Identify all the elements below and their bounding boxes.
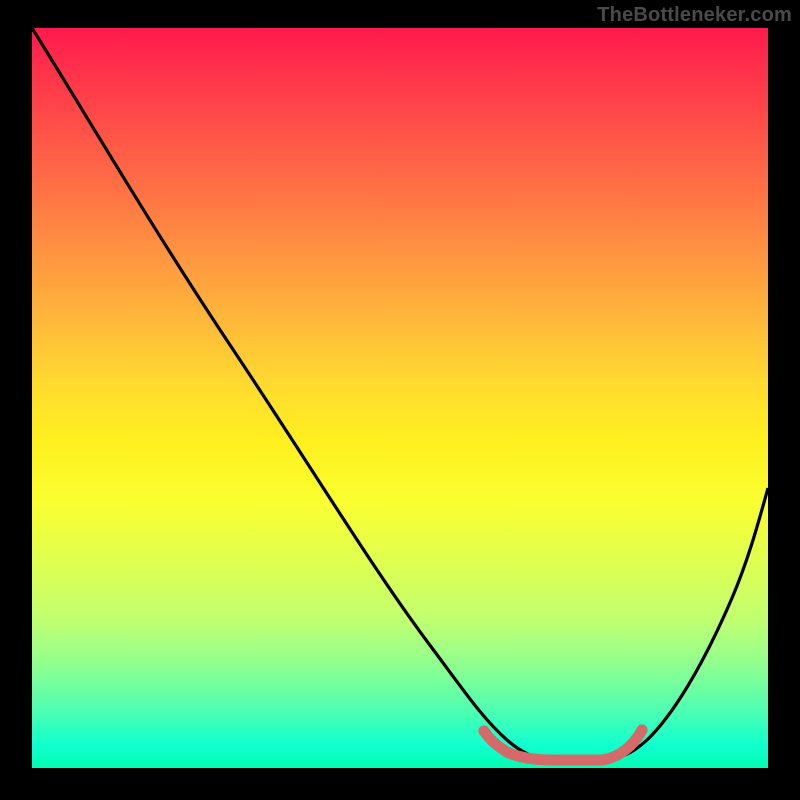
chart-container: TheBottleneker.com [0, 0, 800, 800]
bottleneck-curve-line [32, 28, 768, 760]
watermark-text: TheBottleneker.com [597, 4, 792, 27]
marker-end-left [479, 726, 490, 737]
marker-end-right [637, 725, 648, 736]
optimal-range-marker [484, 730, 642, 760]
plot-area [32, 28, 768, 768]
chart-svg [32, 28, 768, 768]
